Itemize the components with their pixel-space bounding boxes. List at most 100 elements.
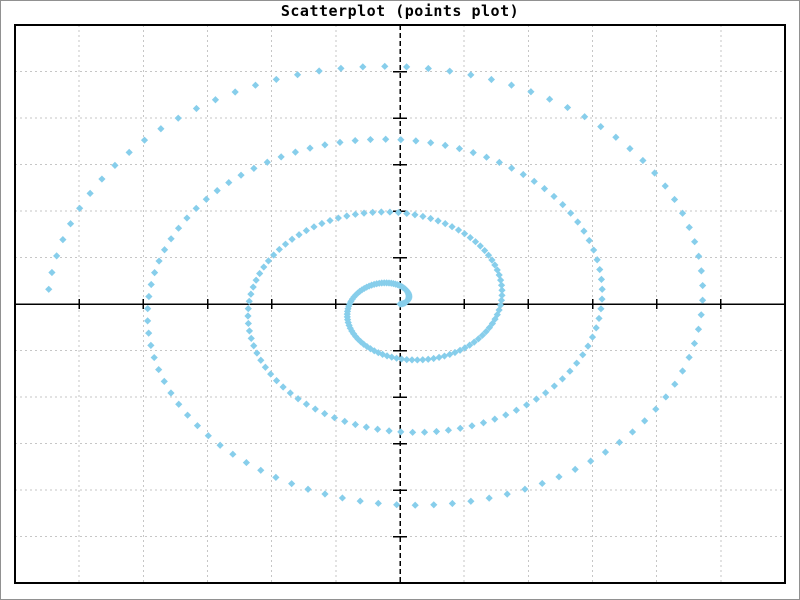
data-point [461, 230, 468, 237]
data-point [409, 429, 416, 436]
data-point [250, 342, 257, 349]
data-point [395, 209, 402, 216]
data-point [167, 389, 174, 396]
data-point [339, 494, 346, 501]
data-point [520, 171, 527, 178]
data-point [698, 267, 705, 274]
data-point [253, 349, 260, 356]
data-point [151, 269, 158, 276]
data-point [527, 88, 534, 95]
chart-title: Scatterplot (points plot) [0, 2, 800, 20]
data-point [245, 320, 252, 327]
data-point [467, 71, 474, 78]
data-point [581, 113, 588, 120]
data-point [641, 417, 648, 424]
data-point [225, 179, 232, 186]
data-point [203, 196, 210, 203]
data-point [559, 201, 566, 208]
data-point [378, 208, 385, 215]
data-point [331, 414, 338, 421]
data-point [98, 175, 105, 182]
data-point [111, 162, 118, 169]
data-point [662, 393, 669, 400]
data-point [550, 193, 557, 200]
data-point [412, 502, 419, 509]
data-point [434, 217, 441, 224]
data-point [382, 136, 389, 143]
data-point [303, 227, 310, 234]
data-point [343, 212, 350, 219]
data-point [386, 208, 393, 215]
data-point [363, 424, 370, 431]
data-point [214, 187, 221, 194]
data-point [321, 410, 328, 417]
data-point [175, 225, 182, 232]
data-point [237, 172, 244, 179]
data-point [292, 149, 299, 156]
data-point [126, 149, 133, 156]
data-point [45, 286, 52, 293]
data-point [695, 253, 702, 260]
data-point [273, 377, 280, 384]
data-point [193, 105, 200, 112]
data-point [273, 76, 280, 83]
data-point [336, 139, 343, 146]
data-point [446, 68, 453, 75]
data-point [421, 429, 428, 436]
data-point [267, 370, 274, 377]
data-point [367, 136, 374, 143]
data-point [612, 134, 619, 141]
data-point [59, 236, 66, 243]
data-point [252, 82, 259, 89]
data-point [541, 185, 548, 192]
data-point [411, 211, 418, 218]
data-point [141, 137, 148, 144]
data-point [699, 297, 706, 304]
data-point [691, 340, 698, 347]
data-point [513, 407, 520, 414]
data-point [457, 425, 464, 432]
data-point [574, 218, 581, 225]
series-archimedean-spiral [45, 63, 706, 509]
data-point [193, 205, 200, 212]
data-point [184, 412, 191, 419]
data-point [488, 76, 495, 83]
data-point [504, 491, 511, 498]
data-point [567, 210, 574, 217]
data-point [175, 401, 182, 408]
chart-canvas: Scatterplot (points plot) [0, 0, 800, 600]
data-point [686, 224, 693, 231]
data-point [148, 281, 155, 288]
data-point [245, 305, 252, 312]
data-point [246, 327, 253, 334]
data-point [262, 364, 269, 371]
data-point [472, 238, 479, 245]
data-point [53, 252, 60, 259]
data-point [594, 256, 601, 263]
data-point [145, 330, 152, 337]
data-point [295, 231, 302, 238]
data-point [599, 286, 606, 293]
data-point [250, 283, 257, 290]
data-point [590, 246, 597, 253]
data-point [671, 196, 678, 203]
data-point [598, 276, 605, 283]
data-point [304, 486, 311, 493]
data-point [303, 400, 310, 407]
data-point [546, 96, 553, 103]
data-point [477, 242, 484, 249]
data-point [76, 205, 83, 212]
data-point [352, 137, 359, 144]
data-point [167, 235, 174, 242]
data-point [256, 270, 263, 277]
data-point [151, 354, 158, 361]
data-point [521, 486, 528, 493]
data-point [321, 141, 328, 148]
data-point [183, 214, 190, 221]
data-point [318, 220, 325, 227]
data-point [596, 266, 603, 273]
data-point [531, 178, 538, 185]
data-point [597, 123, 604, 130]
data-point [250, 165, 257, 172]
data-point [433, 428, 440, 435]
